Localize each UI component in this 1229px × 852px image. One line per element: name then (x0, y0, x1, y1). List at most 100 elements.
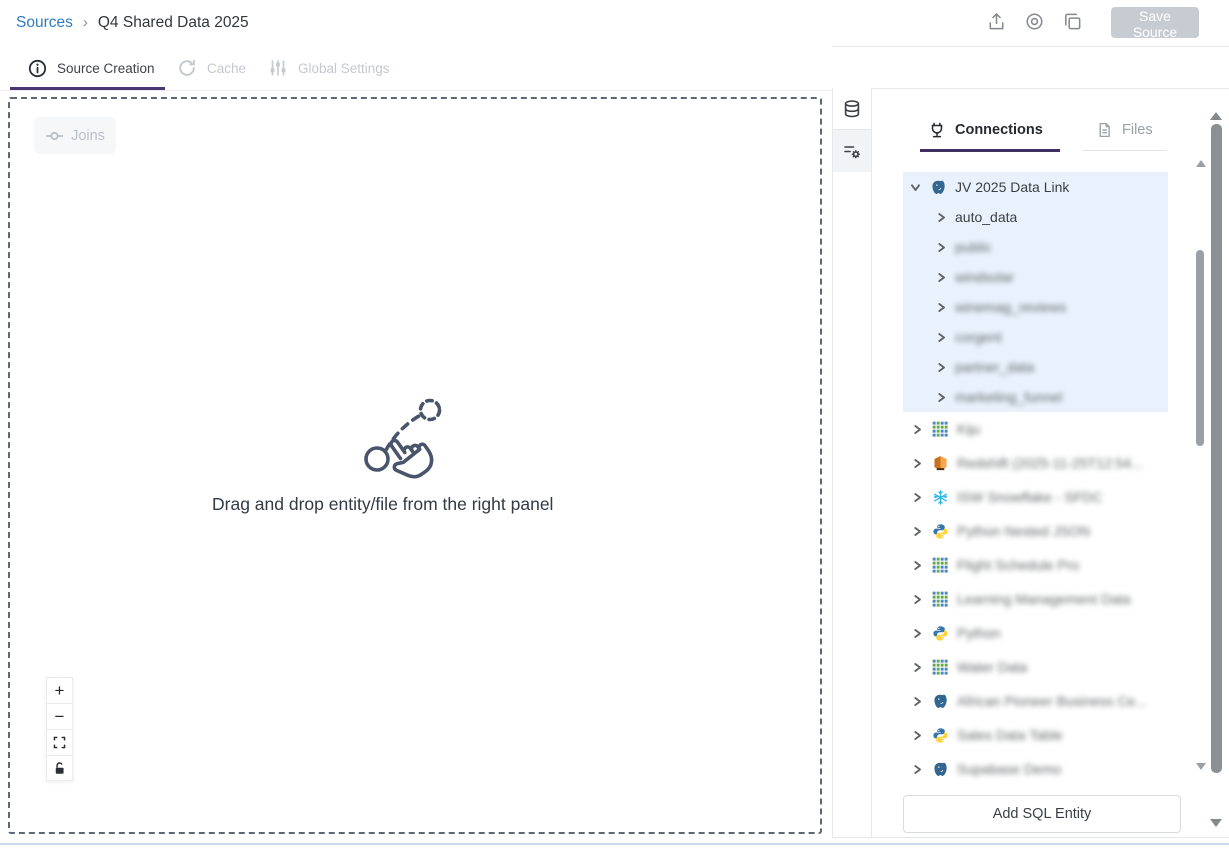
connection-item-label: Redshift (2025-11-25T12:54... (957, 455, 1143, 471)
zoom-in-glyph: + (55, 681, 65, 701)
tab-cache[interactable]: Cache (177, 46, 246, 90)
panel-tab-connections-label: Connections (955, 122, 1043, 138)
save-source-button[interactable]: Save Source (1111, 7, 1199, 38)
connection-item-label: Supabase Demo (957, 761, 1061, 777)
connection-item-water-data[interactable]: Water Data (903, 650, 1168, 684)
chevron-right-icon[interactable] (936, 362, 947, 373)
chevron-right-icon[interactable] (912, 662, 923, 673)
tree-item-windsolar[interactable]: windsolar (903, 262, 1168, 292)
tree-connection-jv-2025-data-link[interactable]: JV 2025 Data Link (903, 172, 1168, 202)
toolbar-tab-bar: Source Creation Cache Global Settings (0, 46, 832, 91)
sheet-icon (931, 590, 949, 608)
data-sources-strip-tab[interactable] (833, 88, 871, 130)
connection-item-isw-snowflake-sfdc[interactable]: ISW Snowflake - SFDC (903, 480, 1168, 514)
source-canvas-dropzone[interactable]: Joins Drag and drop entity/file from the… (8, 97, 822, 834)
zoom-in-button[interactable]: + (46, 677, 73, 703)
chevron-right-icon[interactable] (936, 302, 947, 313)
join-icon (45, 129, 64, 143)
chevron-right-icon[interactable] (912, 764, 923, 775)
connection-item-learning-management-data[interactable]: Learning Management Data (903, 582, 1168, 616)
tree-children: auto_datapublic windsolar winemag_reviewsc… (903, 202, 1168, 412)
panel-side-strip (832, 88, 872, 837)
tree-item-auto-data[interactable]: auto_data (903, 202, 1168, 232)
connection-item-label: Kiju (957, 421, 980, 437)
inner-scroll-up-arrow[interactable] (1196, 160, 1206, 167)
outer-scrollbar-thumb[interactable] (1211, 124, 1222, 773)
copy-icon[interactable] (1062, 11, 1083, 32)
chevron-right-icon[interactable] (936, 272, 947, 283)
joins-button[interactable]: Joins (34, 117, 116, 154)
sheet-icon (931, 420, 949, 438)
settings-strip-tab[interactable] (833, 130, 871, 172)
lock-button[interactable] (46, 755, 73, 781)
tree-item-label: corgent (955, 329, 1002, 345)
fit-view-button[interactable] (46, 729, 73, 755)
tab-source-creation[interactable]: Source Creation (28, 46, 155, 90)
chevron-right-icon[interactable] (912, 594, 923, 605)
python-icon (931, 522, 949, 540)
connection-item-python[interactable]: Python (903, 616, 1168, 650)
connections-tab-underline (920, 149, 1060, 152)
upload-icon[interactable] (986, 11, 1007, 32)
joins-button-label: Joins (71, 128, 105, 144)
chevron-right-icon[interactable] (936, 392, 947, 403)
chevron-expanded-icon[interactable] (910, 182, 921, 193)
tree-item-marketing-funnel[interactable]: marketing_funnel (903, 382, 1168, 412)
chevron-right-icon[interactable] (912, 492, 923, 503)
breadcrumb-sources-link[interactable]: Sources (16, 14, 73, 32)
connection-item-flight-schedule-pro[interactable]: Flight Schedule Pro (903, 548, 1168, 582)
outer-scroll-up-arrow[interactable] (1210, 112, 1222, 120)
tab-global-settings-label: Global Settings (298, 61, 390, 76)
connection-item-label: ISW Snowflake - SFDC (957, 489, 1102, 505)
chevron-right-icon[interactable] (936, 332, 947, 343)
postgres-icon (931, 760, 949, 778)
connection-item-label: African Pioneer Business Ce... (957, 693, 1147, 709)
sheet-icon (931, 658, 949, 676)
inner-scrollbar-thumb[interactable] (1196, 250, 1204, 446)
canvas-controls: + − (46, 677, 73, 781)
dropzone-hint-text: Drag and drop entity/file from the right… (212, 494, 572, 515)
tab-global-settings[interactable]: Global Settings (268, 46, 390, 90)
connection-item-african-pioneer-business-ce[interactable]: African Pioneer Business Ce... (903, 684, 1168, 718)
chevron-right-icon[interactable] (912, 560, 923, 571)
outer-scroll-down-arrow[interactable] (1210, 819, 1222, 827)
connection-item-kiju[interactable]: Kiju (903, 412, 1168, 446)
connection-item-supabase-demo[interactable]: Supabase Demo (903, 752, 1168, 786)
list-settings-icon (842, 141, 862, 161)
connection-item-python-nested-json[interactable]: Python Nested JSON (903, 514, 1168, 548)
inner-scroll-down-arrow[interactable] (1196, 763, 1206, 770)
postgres-icon (929, 178, 947, 196)
chevron-right-icon[interactable] (912, 696, 923, 707)
chevron-right-icon[interactable] (936, 212, 947, 223)
chevron-right-icon[interactable] (912, 458, 923, 469)
refresh-icon (177, 58, 197, 78)
tree-item-partner-data[interactable]: partner_data (903, 352, 1168, 382)
chevron-right-icon[interactable] (912, 526, 923, 537)
preview-eye-icon[interactable] (1024, 11, 1045, 32)
connection-item-label: Sales Data Table (957, 727, 1063, 743)
tree-item-winemag-reviews[interactable]: winemag_reviews (903, 292, 1168, 322)
chevron-right-icon[interactable] (912, 628, 923, 639)
zoom-out-glyph: − (55, 707, 65, 727)
panel-tab-connections[interactable]: Connections (928, 121, 1043, 139)
panel-bottom-border (832, 837, 1229, 838)
tree-item-label: public (955, 239, 992, 255)
tree-item-label: windsolar (955, 269, 1014, 285)
python-icon (931, 624, 949, 642)
panel-top-border (832, 88, 1229, 89)
chevron-right-icon[interactable] (936, 242, 947, 253)
tree-item-corgent[interactable]: corgent (903, 322, 1168, 352)
zoom-out-button[interactable]: − (46, 703, 73, 729)
connection-item-redshift-2025-11-25t12-54[interactable]: Redshift (2025-11-25T12:54... (903, 446, 1168, 480)
chevron-right-icon[interactable] (912, 424, 923, 435)
chevron-right-icon[interactable] (912, 730, 923, 741)
tree-connection-label: JV 2025 Data Link (955, 179, 1069, 195)
add-sql-entity-button[interactable]: Add SQL Entity (903, 795, 1181, 833)
connection-item-sales-data-table[interactable]: Sales Data Table (903, 718, 1168, 752)
sliders-icon (268, 58, 288, 78)
tab-cache-label: Cache (207, 61, 246, 76)
connection-item-label: Python Nested JSON (957, 523, 1090, 539)
tree-item-public[interactable]: public (903, 232, 1168, 262)
database-icon (842, 99, 862, 119)
panel-tab-files[interactable]: Files (1096, 121, 1153, 139)
